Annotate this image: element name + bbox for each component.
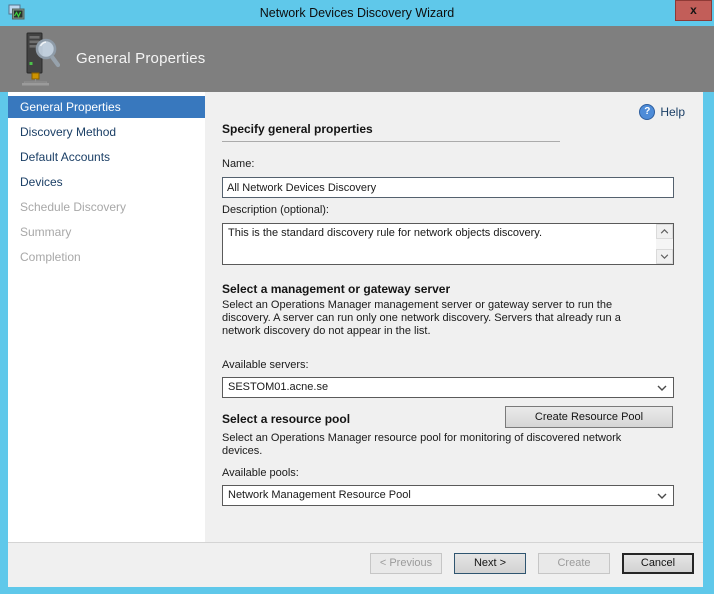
server-section-heading: Select a management or gateway server xyxy=(222,282,450,296)
heading-divider xyxy=(222,141,560,142)
sidebar-item-completion[interactable]: Completion xyxy=(8,246,205,268)
scrollbar-down-button[interactable] xyxy=(656,249,673,264)
page-title: General Properties xyxy=(76,26,206,92)
create-button[interactable]: Create xyxy=(538,553,610,574)
available-pools-value: Network Management Resource Pool xyxy=(228,489,411,501)
previous-button[interactable]: < Previous xyxy=(370,553,442,574)
resource-pool-description: Select an Operations Manager resource po… xyxy=(222,432,660,458)
window-bottom-border xyxy=(0,587,714,594)
textarea-scrollbar[interactable] xyxy=(656,224,673,264)
description-textarea[interactable]: This is the standard discovery rule for … xyxy=(222,223,674,265)
sidebar-item-general-properties[interactable]: General Properties xyxy=(8,96,205,118)
server-section-description: Select an Operations Manager management … xyxy=(222,299,660,338)
sidebar-item-schedule-discovery[interactable]: Schedule Discovery xyxy=(8,196,205,218)
help-link[interactable]: ? Help xyxy=(639,104,685,120)
chevron-down-icon xyxy=(657,493,667,499)
chevron-down-icon xyxy=(660,254,669,259)
sidebar-item-discovery-method[interactable]: Discovery Method xyxy=(8,121,205,143)
chevron-down-icon xyxy=(657,385,667,391)
name-input[interactable] xyxy=(222,177,674,198)
titlebar: Network Devices Discovery Wizard x xyxy=(0,0,714,26)
available-servers-value: SESTOM01.acne.se xyxy=(228,381,328,393)
close-icon: x xyxy=(690,3,697,17)
resource-pool-heading: Select a resource pool xyxy=(222,412,350,426)
sidebar-item-devices[interactable]: Devices xyxy=(8,171,205,193)
body: General Properties Discovery Method Defa… xyxy=(0,92,714,542)
cancel-button[interactable]: Cancel xyxy=(622,553,694,574)
wizard-header: General Properties xyxy=(0,26,714,92)
sidebar-item-summary[interactable]: Summary xyxy=(8,221,205,243)
scrollbar-up-button[interactable] xyxy=(656,224,673,239)
next-button[interactable]: Next > xyxy=(454,553,526,574)
description-label: Description (optional): xyxy=(222,204,329,216)
sidebar-item-default-accounts[interactable]: Default Accounts xyxy=(8,146,205,168)
close-button[interactable]: x xyxy=(675,0,712,21)
footer-buttons: < Previous Next > Create Cancel xyxy=(8,542,703,587)
chevron-up-icon xyxy=(660,229,669,234)
section-heading: Specify general properties xyxy=(222,122,373,136)
network-discovery-icon xyxy=(20,32,60,86)
create-resource-pool-button[interactable]: Create Resource Pool xyxy=(505,406,673,428)
window-title: Network Devices Discovery Wizard xyxy=(0,0,714,26)
available-pools-select[interactable]: Network Management Resource Pool xyxy=(222,485,674,506)
help-icon: ? xyxy=(639,104,655,120)
available-pools-label: Available pools: xyxy=(222,467,299,479)
footer: < Previous Next > Create Cancel xyxy=(0,542,714,587)
name-label: Name: xyxy=(222,158,254,170)
help-label: Help xyxy=(660,105,685,119)
wizard-window: Network Devices Discovery Wizard x Gener… xyxy=(0,0,714,594)
wizard-steps-sidebar: General Properties Discovery Method Defa… xyxy=(8,92,205,542)
available-servers-label: Available servers: xyxy=(222,359,309,371)
available-servers-select[interactable]: SESTOM01.acne.se xyxy=(222,377,674,398)
description-text: This is the standard discovery rule for … xyxy=(228,227,652,240)
main-panel: ? Help Specify general properties Name: … xyxy=(205,92,703,542)
